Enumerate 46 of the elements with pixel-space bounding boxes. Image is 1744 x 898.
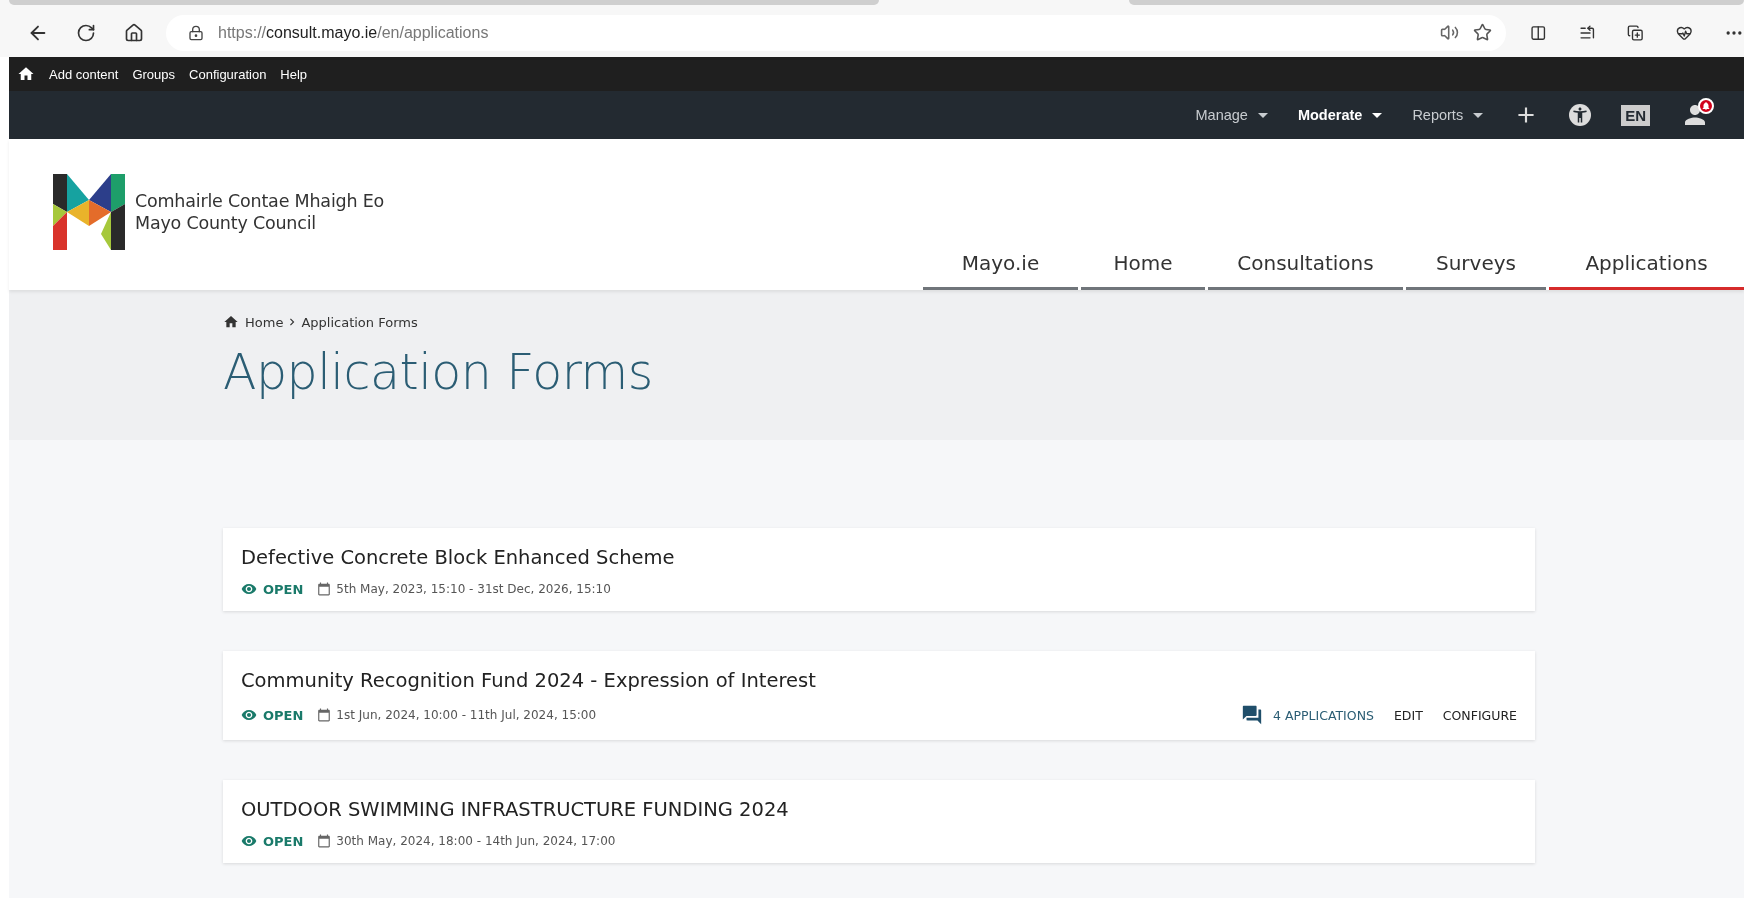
caret-icon: [1473, 112, 1484, 118]
form-title[interactable]: Defective Concrete Block Enhanced Scheme: [241, 546, 1517, 569]
date-range: 5th May, 2023, 15:10 - 31st Dec, 2026, 15:10: [336, 582, 611, 596]
toolbar-link[interactable]: Groups: [132, 66, 176, 82]
toolbar-link[interactable]: Configuration: [189, 66, 267, 82]
calendar-icon: [317, 582, 332, 596]
home-icon[interactable]: [124, 22, 144, 43]
date-range: 30th May, 2024, 18:00 - 14th Jun, 2024, 17:00: [336, 834, 616, 848]
star-icon[interactable]: [1473, 23, 1492, 42]
action-link[interactable]: EDIT: [1393, 707, 1423, 723]
status-label: OPEN: [263, 581, 304, 597]
eye-icon: [241, 833, 257, 849]
home-icon[interactable]: [17, 65, 35, 83]
caret-icon: [1257, 112, 1268, 118]
menu-button[interactable]: Reports: [1412, 107, 1484, 123]
calendar-icon: [317, 708, 332, 722]
form-title[interactable]: OUTDOOR SWIMMING INFRASTRUCTURE FUNDING 2024: [241, 798, 1517, 821]
collections-icon[interactable]: [1627, 22, 1644, 43]
reload-icon[interactable]: [76, 22, 96, 43]
date-range: 1st Jun, 2024, 10:00 - 11th Jul, 2024, 15:00: [336, 708, 597, 722]
calendar-icon: [317, 834, 332, 848]
page-title: Application Forms: [223, 344, 654, 401]
council-name: Comhairle Contae Mhaigh Eo: [135, 190, 385, 212]
breadcrumb-link[interactable]: Home: [245, 314, 284, 330]
menu-button[interactable]: Manage: [1195, 107, 1268, 123]
address-bar[interactable]: https://consult.mayo.ie/en/applications: [166, 14, 1506, 51]
caret-icon: [1372, 112, 1383, 118]
logo-icon: [53, 174, 125, 250]
status-label: OPEN: [263, 707, 304, 723]
council-name: Mayo County Council: [135, 212, 317, 234]
speaker-icon[interactable]: [1440, 23, 1459, 42]
toolbar-link[interactable]: Help: [280, 66, 308, 82]
breadcrumb-current: Application Forms: [301, 314, 418, 330]
eye-icon: [241, 581, 257, 597]
applications-link[interactable]: 4 APPLICATIONS: [1272, 707, 1374, 723]
chat-icon: [1240, 704, 1263, 726]
status-label: OPEN: [263, 833, 304, 849]
toolbar-link[interactable]: Add content: [49, 66, 119, 82]
action-link[interactable]: CONFIGURE: [1442, 707, 1517, 723]
home-icon: [223, 314, 239, 330]
eye-icon: [241, 707, 257, 723]
form-title[interactable]: Community Recognition Fund 2024 - Expression of Interest: [241, 669, 1517, 692]
lock-icon: [188, 24, 204, 41]
language-button[interactable]: EN: [1621, 104, 1650, 126]
menu-button[interactable]: Moderate: [1297, 107, 1383, 123]
accessibility-icon[interactable]: [1569, 104, 1592, 126]
